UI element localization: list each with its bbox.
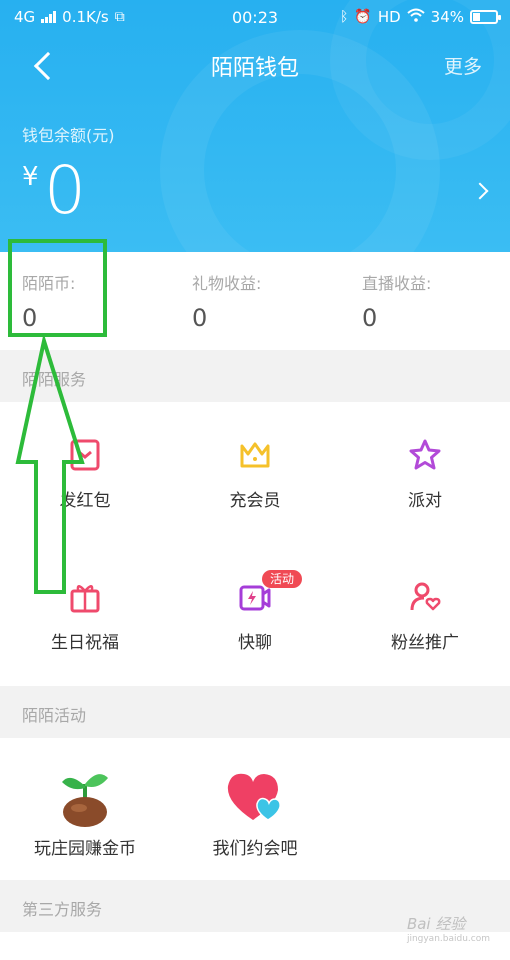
gift-icon [70, 585, 100, 613]
stat-value: 0 [192, 304, 208, 332]
alarm-icon: ⏰ [354, 9, 372, 25]
service-quick-chat[interactable]: 快聊 [170, 544, 340, 664]
stat-live-income[interactable]: 直播收益: 0 [362, 270, 431, 332]
service-label: 派对 [408, 491, 442, 511]
wallet-page: 4G 0.1K/s ⧉ 00:23 ᛒ ⏰ HD 34% 陌陌钱包 更多 钱包余… [0, 0, 510, 960]
service-label: 快聊 [238, 633, 272, 653]
status-right: ᛒ ⏰ HD 34% [339, 8, 501, 26]
activity-dating[interactable]: 我们约会吧 [170, 738, 340, 868]
service-vip[interactable]: 充会员 [170, 402, 340, 522]
balance-detail-chevron-icon[interactable] [471, 182, 489, 200]
activity-label: 我们约会吧 [212, 839, 298, 859]
battery-percent: 34% [430, 8, 464, 26]
red-envelope-icon [70, 439, 100, 471]
sprout-icon [62, 774, 108, 827]
section-title: 陌陌活动 [22, 706, 87, 725]
activity-farm[interactable]: 玩庄园赚金币 [0, 738, 170, 868]
service-red-envelope[interactable]: 发红包 [0, 402, 170, 522]
star-icon [409, 439, 441, 470]
stats-row: 陌陌币: 0 礼物收益: 0 直播收益: 0 [0, 252, 510, 350]
currency-symbol: ¥ [22, 162, 39, 192]
activity-badge: 活动 [262, 570, 302, 588]
stat-label: 陌陌币: [22, 274, 76, 293]
watermark-sub: jingyan.baidu.com [406, 934, 490, 944]
service-label: 粉丝推广 [391, 633, 459, 653]
stat-value: 0 [22, 304, 38, 332]
stat-gift-income[interactable]: 礼物收益: 0 [192, 270, 261, 332]
wallet-header: 4G 0.1K/s ⧉ 00:23 ᛒ ⏰ HD 34% 陌陌钱包 更多 钱包余… [0, 0, 510, 252]
section-title: 第三方服务 [22, 900, 103, 919]
balance-label: 钱包余额(元) [22, 126, 115, 145]
wifi-icon [406, 8, 425, 26]
activities-section-header: 陌陌活动 [0, 686, 510, 738]
service-label: 生日祝福 [51, 633, 119, 653]
crown-icon [240, 442, 270, 468]
nav-bar: 陌陌钱包 更多 [0, 36, 510, 94]
hearts-icon [227, 773, 281, 821]
services-panel: 发红包 充会员 派对 生日祝福 快聊 粉丝推广 [0, 402, 510, 686]
activities-panel: 玩庄园赚金币 我们约会吧 [0, 738, 510, 880]
stat-momo-coin[interactable]: 陌陌币: 0 [22, 270, 75, 332]
service-label: 发红包 [59, 491, 111, 511]
page-title: 陌陌钱包 [210, 56, 299, 81]
service-label: 充会员 [229, 491, 281, 511]
service-party[interactable]: 派对 [340, 402, 510, 522]
balance-value: 0 [44, 152, 86, 229]
stat-label: 直播收益: [362, 274, 432, 293]
stat-label: 礼物收益: [192, 274, 262, 293]
activity-label: 玩庄园赚金币 [34, 839, 136, 859]
section-title: 陌陌服务 [22, 370, 87, 389]
watermark-text: Bai 经验 [406, 915, 466, 933]
more-button[interactable]: 更多 [444, 52, 482, 79]
service-fan-promote[interactable]: 粉丝推广 [340, 544, 510, 664]
watermark: Bai 经验 jingyan.baidu.com [407, 913, 490, 944]
hd-indicator: HD [377, 8, 401, 26]
status-bar: 4G 0.1K/s ⧉ 00:23 ᛒ ⏰ HD 34% [0, 0, 510, 36]
bluetooth-icon: ᛒ [339, 9, 349, 25]
fan-promote-icon [410, 582, 441, 611]
service-birthday[interactable]: 生日祝福 [0, 544, 170, 664]
services-section-header: 陌陌服务 [0, 350, 510, 402]
stat-value: 0 [362, 304, 378, 332]
battery-icon [470, 10, 501, 24]
